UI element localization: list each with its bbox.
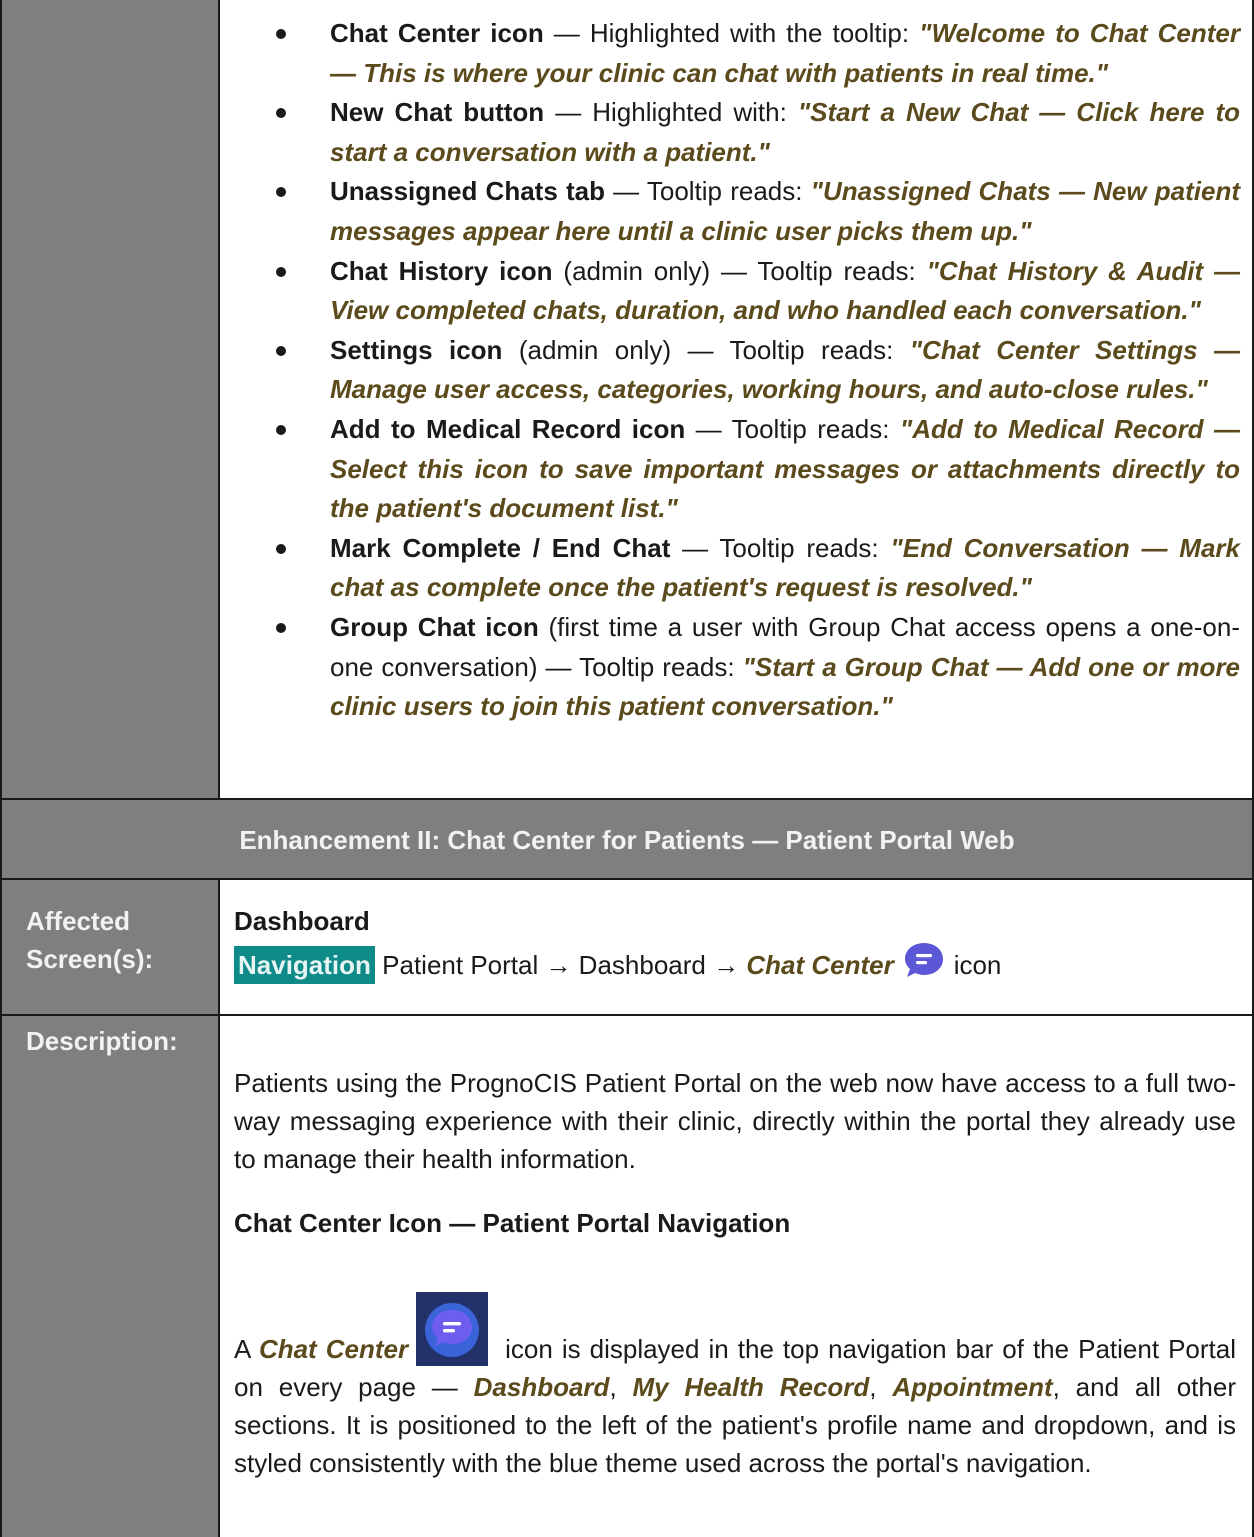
list-item: Unassigned Chats tab — Tooltip reads: "U… [236, 172, 1240, 251]
list-item: New Chat button — Highlighted with: "Sta… [236, 93, 1240, 172]
list-item: Mark Complete / End Chat — Tooltip reads… [236, 529, 1240, 608]
row-body-cell: Dashboard Navigation Patient Portal → Da… [220, 880, 1252, 1016]
navigation-suffix: icon [953, 950, 1002, 980]
list-item: Group Chat icon (first time a user with … [236, 608, 1240, 727]
chat-center-icon [416, 1292, 489, 1366]
affected-label: Affected [26, 906, 131, 936]
description-subheading: Chat Center Icon — Patient Portal Naviga… [234, 1208, 791, 1238]
navigation-badge: Navigation [234, 946, 375, 984]
row-label-cell: Affected Screen(s): [2, 880, 220, 1016]
document-table: Chat Center icon — Highlighted with the … [0, 0, 1254, 1537]
list-item: Chat Center icon — Highlighted with the … [236, 14, 1240, 93]
navigation-path-text: Patient Portal → Dashboard → [374, 950, 747, 980]
row-body-cell: Patients using the PrognoCIS Patient Por… [220, 1016, 1252, 1537]
tooltip-bullet-list: Chat Center icon — Highlighted with the … [236, 14, 1240, 727]
description-detail: A Chat Center icon is displayed in the t… [234, 1292, 1236, 1482]
section-heading-row: Enhancement II: Chat Center for Patients… [2, 800, 1252, 880]
affected-screens-row: Affected Screen(s): Dashboard Navigation… [2, 880, 1252, 1016]
chat-bubble-icon [904, 943, 943, 977]
description-intro: Patients using the PrognoCIS Patient Por… [234, 1068, 1236, 1174]
row-label-cell: Description: [2, 1016, 220, 1537]
row-label-cell [2, 0, 220, 800]
description-label: Description: [26, 1026, 178, 1056]
list-item: Settings icon (admin only) — Tooltip rea… [236, 331, 1240, 410]
list-item: Add to Medical Record icon — Tooltip rea… [236, 410, 1240, 529]
navigation-path: Navigation Patient Portal → Dashboard → … [234, 940, 1001, 984]
section-heading: Enhancement II: Chat Center for Patients… [239, 824, 1015, 855]
navigation-target: Chat Center [746, 950, 894, 980]
screen-name: Dashboard [234, 906, 370, 936]
affected-label-line2: Screen(s): [26, 944, 154, 974]
list-item: Chat History icon (admin only) — Tooltip… [236, 252, 1240, 331]
description-row: Description: Patients using the PrognoCI… [2, 1016, 1252, 1537]
